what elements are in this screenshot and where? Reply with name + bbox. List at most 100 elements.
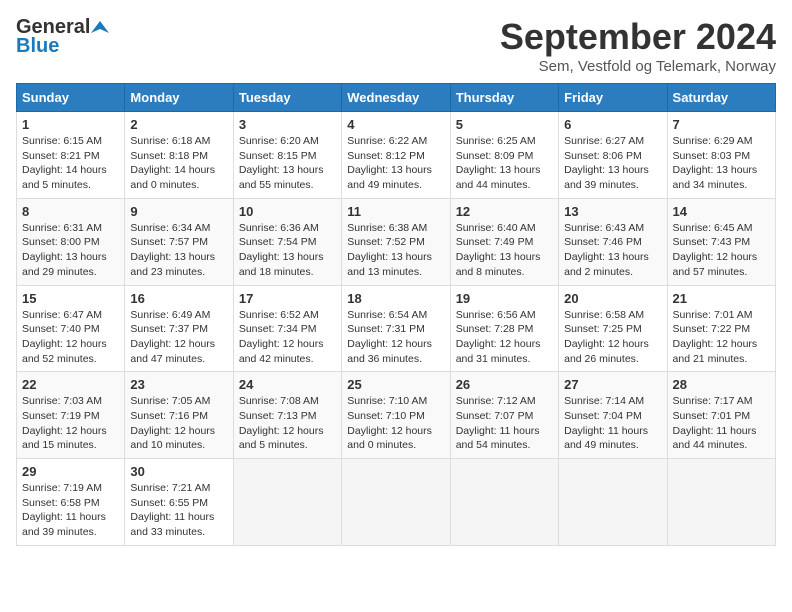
day-number: 23 (130, 377, 227, 392)
day-number: 14 (673, 204, 770, 219)
day-number: 7 (673, 117, 770, 132)
header-wednesday: Wednesday (342, 84, 450, 112)
day-number: 19 (456, 291, 553, 306)
logo-bird-icon (91, 19, 109, 37)
calendar-cell: 2Sunrise: 6:18 AMSunset: 8:18 PMDaylight… (125, 112, 233, 199)
calendar-cell (342, 459, 450, 546)
calendar-week-2: 8 Sunrise: 6:31 AMSunset: 8:00 PMDaylight… (17, 198, 776, 285)
day-info: Sunrise: 7:12 AMSunset: 7:07 PMDaylight:… (456, 394, 553, 453)
month-title: September 2024 (500, 16, 776, 58)
day-number: 16 (130, 291, 227, 306)
day-number: 8 (22, 204, 119, 219)
day-number: 29 (22, 464, 119, 479)
calendar-cell: 7 Sunrise: 6:29 AMSunset: 8:03 PMDaylight… (667, 112, 775, 199)
calendar-week-1: 1Sunrise: 6:15 AMSunset: 8:21 PMDaylight… (17, 112, 776, 199)
day-info: Sunrise: 6:38 AMSunset: 7:52 PMDaylight:… (347, 221, 444, 280)
calendar-cell: 1Sunrise: 6:15 AMSunset: 8:21 PMDaylight… (17, 112, 125, 199)
day-info: Sunrise: 6:43 AMSunset: 7:46 PMDaylight:… (564, 221, 661, 280)
calendar-cell (559, 459, 667, 546)
calendar-cell: 18 Sunrise: 6:54 AMSunset: 7:31 PMDayligh… (342, 285, 450, 372)
day-info: Sunrise: 6:58 AMSunset: 7:25 PMDaylight:… (564, 308, 661, 367)
day-info: Sunrise: 7:14 AMSunset: 7:04 PMDaylight:… (564, 394, 661, 453)
day-info: Sunrise: 7:03 AMSunset: 7:19 PMDaylight:… (22, 394, 119, 453)
calendar-cell: 4 Sunrise: 6:22 AMSunset: 8:12 PMDaylight… (342, 112, 450, 199)
day-info: Sunrise: 7:21 AMSunset: 6:55 PMDaylight:… (130, 481, 227, 540)
page-header: General Blue September 2024 Sem, Vestfol… (16, 16, 776, 75)
day-number: 9 (130, 204, 227, 219)
header-thursday: Thursday (450, 84, 558, 112)
day-info: Sunrise: 7:08 AMSunset: 7:13 PMDaylight:… (239, 394, 336, 453)
day-info: Sunrise: 6:29 AMSunset: 8:03 PMDaylight:… (673, 134, 770, 193)
calendar-cell: 20 Sunrise: 6:58 AMSunset: 7:25 PMDayligh… (559, 285, 667, 372)
day-info: Sunrise: 7:01 AMSunset: 7:22 PMDaylight:… (673, 308, 770, 367)
day-info: Sunrise: 6:47 AMSunset: 7:40 PMDaylight:… (22, 308, 119, 367)
day-number: 25 (347, 377, 444, 392)
day-info: Sunrise: 6:54 AMSunset: 7:31 PMDaylight:… (347, 308, 444, 367)
day-info: Sunrise: 7:10 AMSunset: 7:10 PMDaylight:… (347, 394, 444, 453)
logo: General Blue (16, 16, 109, 58)
subtitle: Sem, Vestfold og Telemark, Norway (500, 58, 776, 75)
calendar-cell (233, 459, 341, 546)
calendar-cell: 23 Sunrise: 7:05 AMSunset: 7:16 PMDayligh… (125, 372, 233, 459)
day-info: Sunrise: 7:19 AMSunset: 6:58 PMDaylight:… (22, 481, 119, 540)
calendar-cell: 14 Sunrise: 6:45 AMSunset: 7:43 PMDayligh… (667, 198, 775, 285)
calendar-cell: 10Sunrise: 6:36 AMSunset: 7:54 PMDayligh… (233, 198, 341, 285)
calendar-cell: 16 Sunrise: 6:49 AMSunset: 7:37 PMDayligh… (125, 285, 233, 372)
day-number: 17 (239, 291, 336, 306)
day-number: 12 (456, 204, 553, 219)
calendar-cell: 24 Sunrise: 7:08 AMSunset: 7:13 PMDayligh… (233, 372, 341, 459)
calendar-cell: 15 Sunrise: 6:47 AMSunset: 7:40 PMDayligh… (17, 285, 125, 372)
day-info: Sunrise: 6:25 AMSunset: 8:09 PMDaylight:… (456, 134, 553, 193)
day-number: 3 (239, 117, 336, 132)
day-number: 13 (564, 204, 661, 219)
day-info: Sunrise: 6:15 AMSunset: 8:21 PMDaylight:… (22, 134, 119, 193)
day-number: 20 (564, 291, 661, 306)
day-info: Sunrise: 6:27 AMSunset: 8:06 PMDaylight:… (564, 134, 661, 193)
day-info: Sunrise: 6:34 AMSunset: 7:57 PMDaylight:… (130, 221, 227, 280)
calendar-cell: 21Sunrise: 7:01 AMSunset: 7:22 PMDayligh… (667, 285, 775, 372)
calendar-cell: 29 Sunrise: 7:19 AMSunset: 6:58 PMDayligh… (17, 459, 125, 546)
day-info: Sunrise: 6:40 AMSunset: 7:49 PMDaylight:… (456, 221, 553, 280)
day-number: 4 (347, 117, 444, 132)
calendar-header-row: SundayMondayTuesdayWednesdayThursdayFrid… (17, 84, 776, 112)
day-number: 18 (347, 291, 444, 306)
header-saturday: Saturday (667, 84, 775, 112)
day-number: 22 (22, 377, 119, 392)
logo-blue-text: Blue (16, 35, 59, 58)
calendar-week-5: 29 Sunrise: 7:19 AMSunset: 6:58 PMDayligh… (17, 459, 776, 546)
calendar-table: SundayMondayTuesdayWednesdayThursdayFrid… (16, 83, 776, 546)
calendar-week-3: 15 Sunrise: 6:47 AMSunset: 7:40 PMDayligh… (17, 285, 776, 372)
calendar-cell (667, 459, 775, 546)
day-info: Sunrise: 6:18 AMSunset: 8:18 PMDaylight:… (130, 134, 227, 193)
header-sunday: Sunday (17, 84, 125, 112)
calendar-week-4: 22 Sunrise: 7:03 AMSunset: 7:19 PMDayligh… (17, 372, 776, 459)
day-info: Sunrise: 7:17 AMSunset: 7:01 PMDaylight:… (673, 394, 770, 453)
calendar-cell: 25 Sunrise: 7:10 AMSunset: 7:10 PMDayligh… (342, 372, 450, 459)
calendar-cell: 19 Sunrise: 6:56 AMSunset: 7:28 PMDayligh… (450, 285, 558, 372)
day-info: Sunrise: 6:45 AMSunset: 7:43 PMDaylight:… (673, 221, 770, 280)
calendar-cell: 22 Sunrise: 7:03 AMSunset: 7:19 PMDayligh… (17, 372, 125, 459)
calendar-cell: 30Sunrise: 7:21 AMSunset: 6:55 PMDayligh… (125, 459, 233, 546)
header-monday: Monday (125, 84, 233, 112)
day-info: Sunrise: 6:22 AMSunset: 8:12 PMDaylight:… (347, 134, 444, 193)
calendar-cell: 17 Sunrise: 6:52 AMSunset: 7:34 PMDayligh… (233, 285, 341, 372)
day-info: Sunrise: 6:31 AMSunset: 8:00 PMDaylight:… (22, 221, 119, 280)
title-area: September 2024 Sem, Vestfold og Telemark… (500, 16, 776, 75)
calendar-cell: 11 Sunrise: 6:38 AMSunset: 7:52 PMDayligh… (342, 198, 450, 285)
day-number: 11 (347, 204, 444, 219)
day-info: Sunrise: 6:52 AMSunset: 7:34 PMDaylight:… (239, 308, 336, 367)
header-friday: Friday (559, 84, 667, 112)
day-info: Sunrise: 6:56 AMSunset: 7:28 PMDaylight:… (456, 308, 553, 367)
day-number: 6 (564, 117, 661, 132)
day-number: 28 (673, 377, 770, 392)
calendar-cell: 8 Sunrise: 6:31 AMSunset: 8:00 PMDaylight… (17, 198, 125, 285)
day-info: Sunrise: 6:20 AMSunset: 8:15 PMDaylight:… (239, 134, 336, 193)
day-info: Sunrise: 7:05 AMSunset: 7:16 PMDaylight:… (130, 394, 227, 453)
calendar-cell: 27Sunrise: 7:14 AMSunset: 7:04 PMDayligh… (559, 372, 667, 459)
day-number: 26 (456, 377, 553, 392)
day-info: Sunrise: 6:49 AMSunset: 7:37 PMDaylight:… (130, 308, 227, 367)
calendar-cell: 9 Sunrise: 6:34 AMSunset: 7:57 PMDaylight… (125, 198, 233, 285)
day-number: 24 (239, 377, 336, 392)
day-number: 15 (22, 291, 119, 306)
day-info: Sunrise: 6:36 AMSunset: 7:54 PMDaylight:… (239, 221, 336, 280)
